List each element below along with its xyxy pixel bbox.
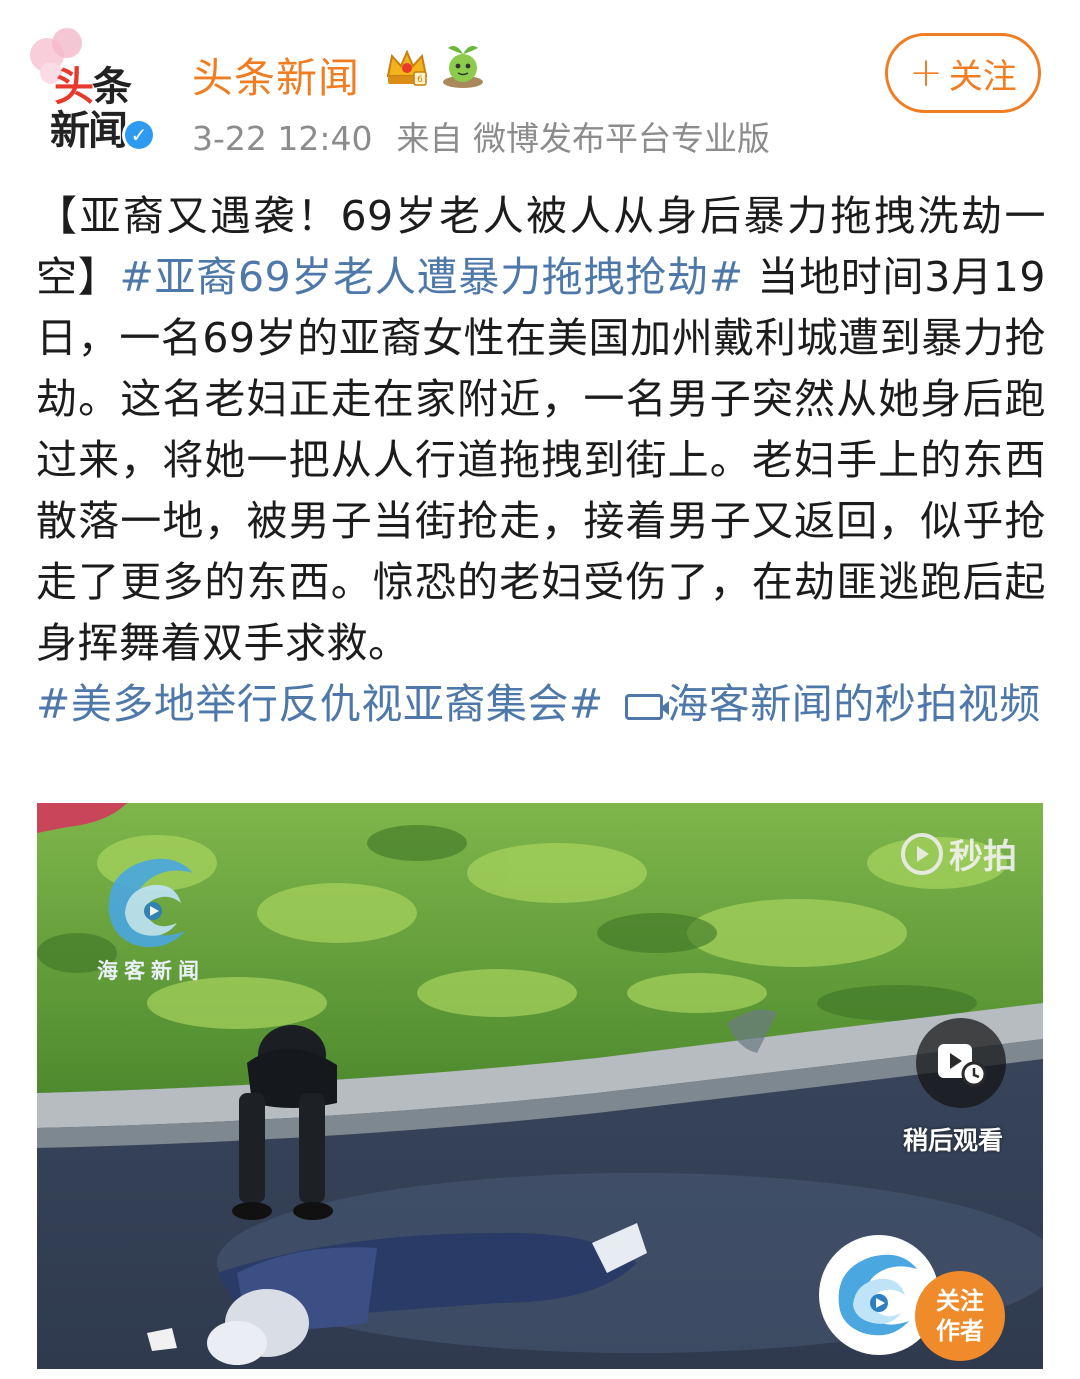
verified-icon: ✓ xyxy=(122,118,156,152)
hashtag-link[interactable]: #美多地举行反仇视亚裔集会# xyxy=(36,680,604,728)
follow-author-button[interactable]: 关注 作者 xyxy=(915,1271,1005,1361)
account-avatar[interactable]: 头条 新闻 ✓ xyxy=(30,28,160,158)
video-player[interactable]: 海客新闻 秒拍 稍后观看 关注 作者 xyxy=(37,803,1043,1369)
follow-button[interactable]: + 关注 xyxy=(885,33,1041,113)
miaopai-label: 秒拍 xyxy=(949,837,1017,877)
hashtag-link[interactable]: #亚裔69岁老人遭暴力拖拽抢劫# xyxy=(119,253,743,301)
post-text: 【亚裔又遇袭！69岁老人被人从身后暴力拖拽洗劫一空】#亚裔69岁老人遭暴力拖拽抢… xyxy=(36,186,1046,735)
miaopai-icon xyxy=(901,832,943,875)
svg-text:6: 6 xyxy=(417,75,423,85)
watch-later-label[interactable]: 稍后观看 xyxy=(903,1121,1003,1157)
video-link-label: 海客新闻的秒拍视频 xyxy=(667,680,1041,728)
watch-later-button[interactable] xyxy=(916,1018,1006,1108)
watch-later-icon xyxy=(938,1044,987,1087)
post-body: 当地时间3月19日，一名69岁的亚裔女性在美国加州戴利城遭到暴力抢劫。这名老妇正… xyxy=(36,253,1046,667)
sprout-badge-icon[interactable] xyxy=(436,40,490,90)
link-video-icon xyxy=(625,694,670,720)
post-timestamp: 3-22 12:40 xyxy=(192,119,373,158)
haike-watermark: 海客新闻 xyxy=(97,959,205,983)
follow-author-line1: 关注 xyxy=(936,1287,984,1315)
follow-button-label: 关注 xyxy=(948,56,1017,97)
video-link[interactable]: 海客新闻的秒拍视频 xyxy=(617,680,1041,728)
crown-badge-icon[interactable]: 6 xyxy=(384,46,430,88)
post-source[interactable]: 来自 微博发布平台专业版 xyxy=(397,119,771,158)
miaopai-watermark: 秒拍 xyxy=(901,829,1017,878)
plus-icon: + xyxy=(909,50,943,96)
post-meta: 3-22 12:40 来自 微博发布平台专业版 xyxy=(192,112,794,160)
follow-author-line2: 作者 xyxy=(936,1317,984,1345)
account-name[interactable]: 头条新闻 xyxy=(192,44,360,104)
